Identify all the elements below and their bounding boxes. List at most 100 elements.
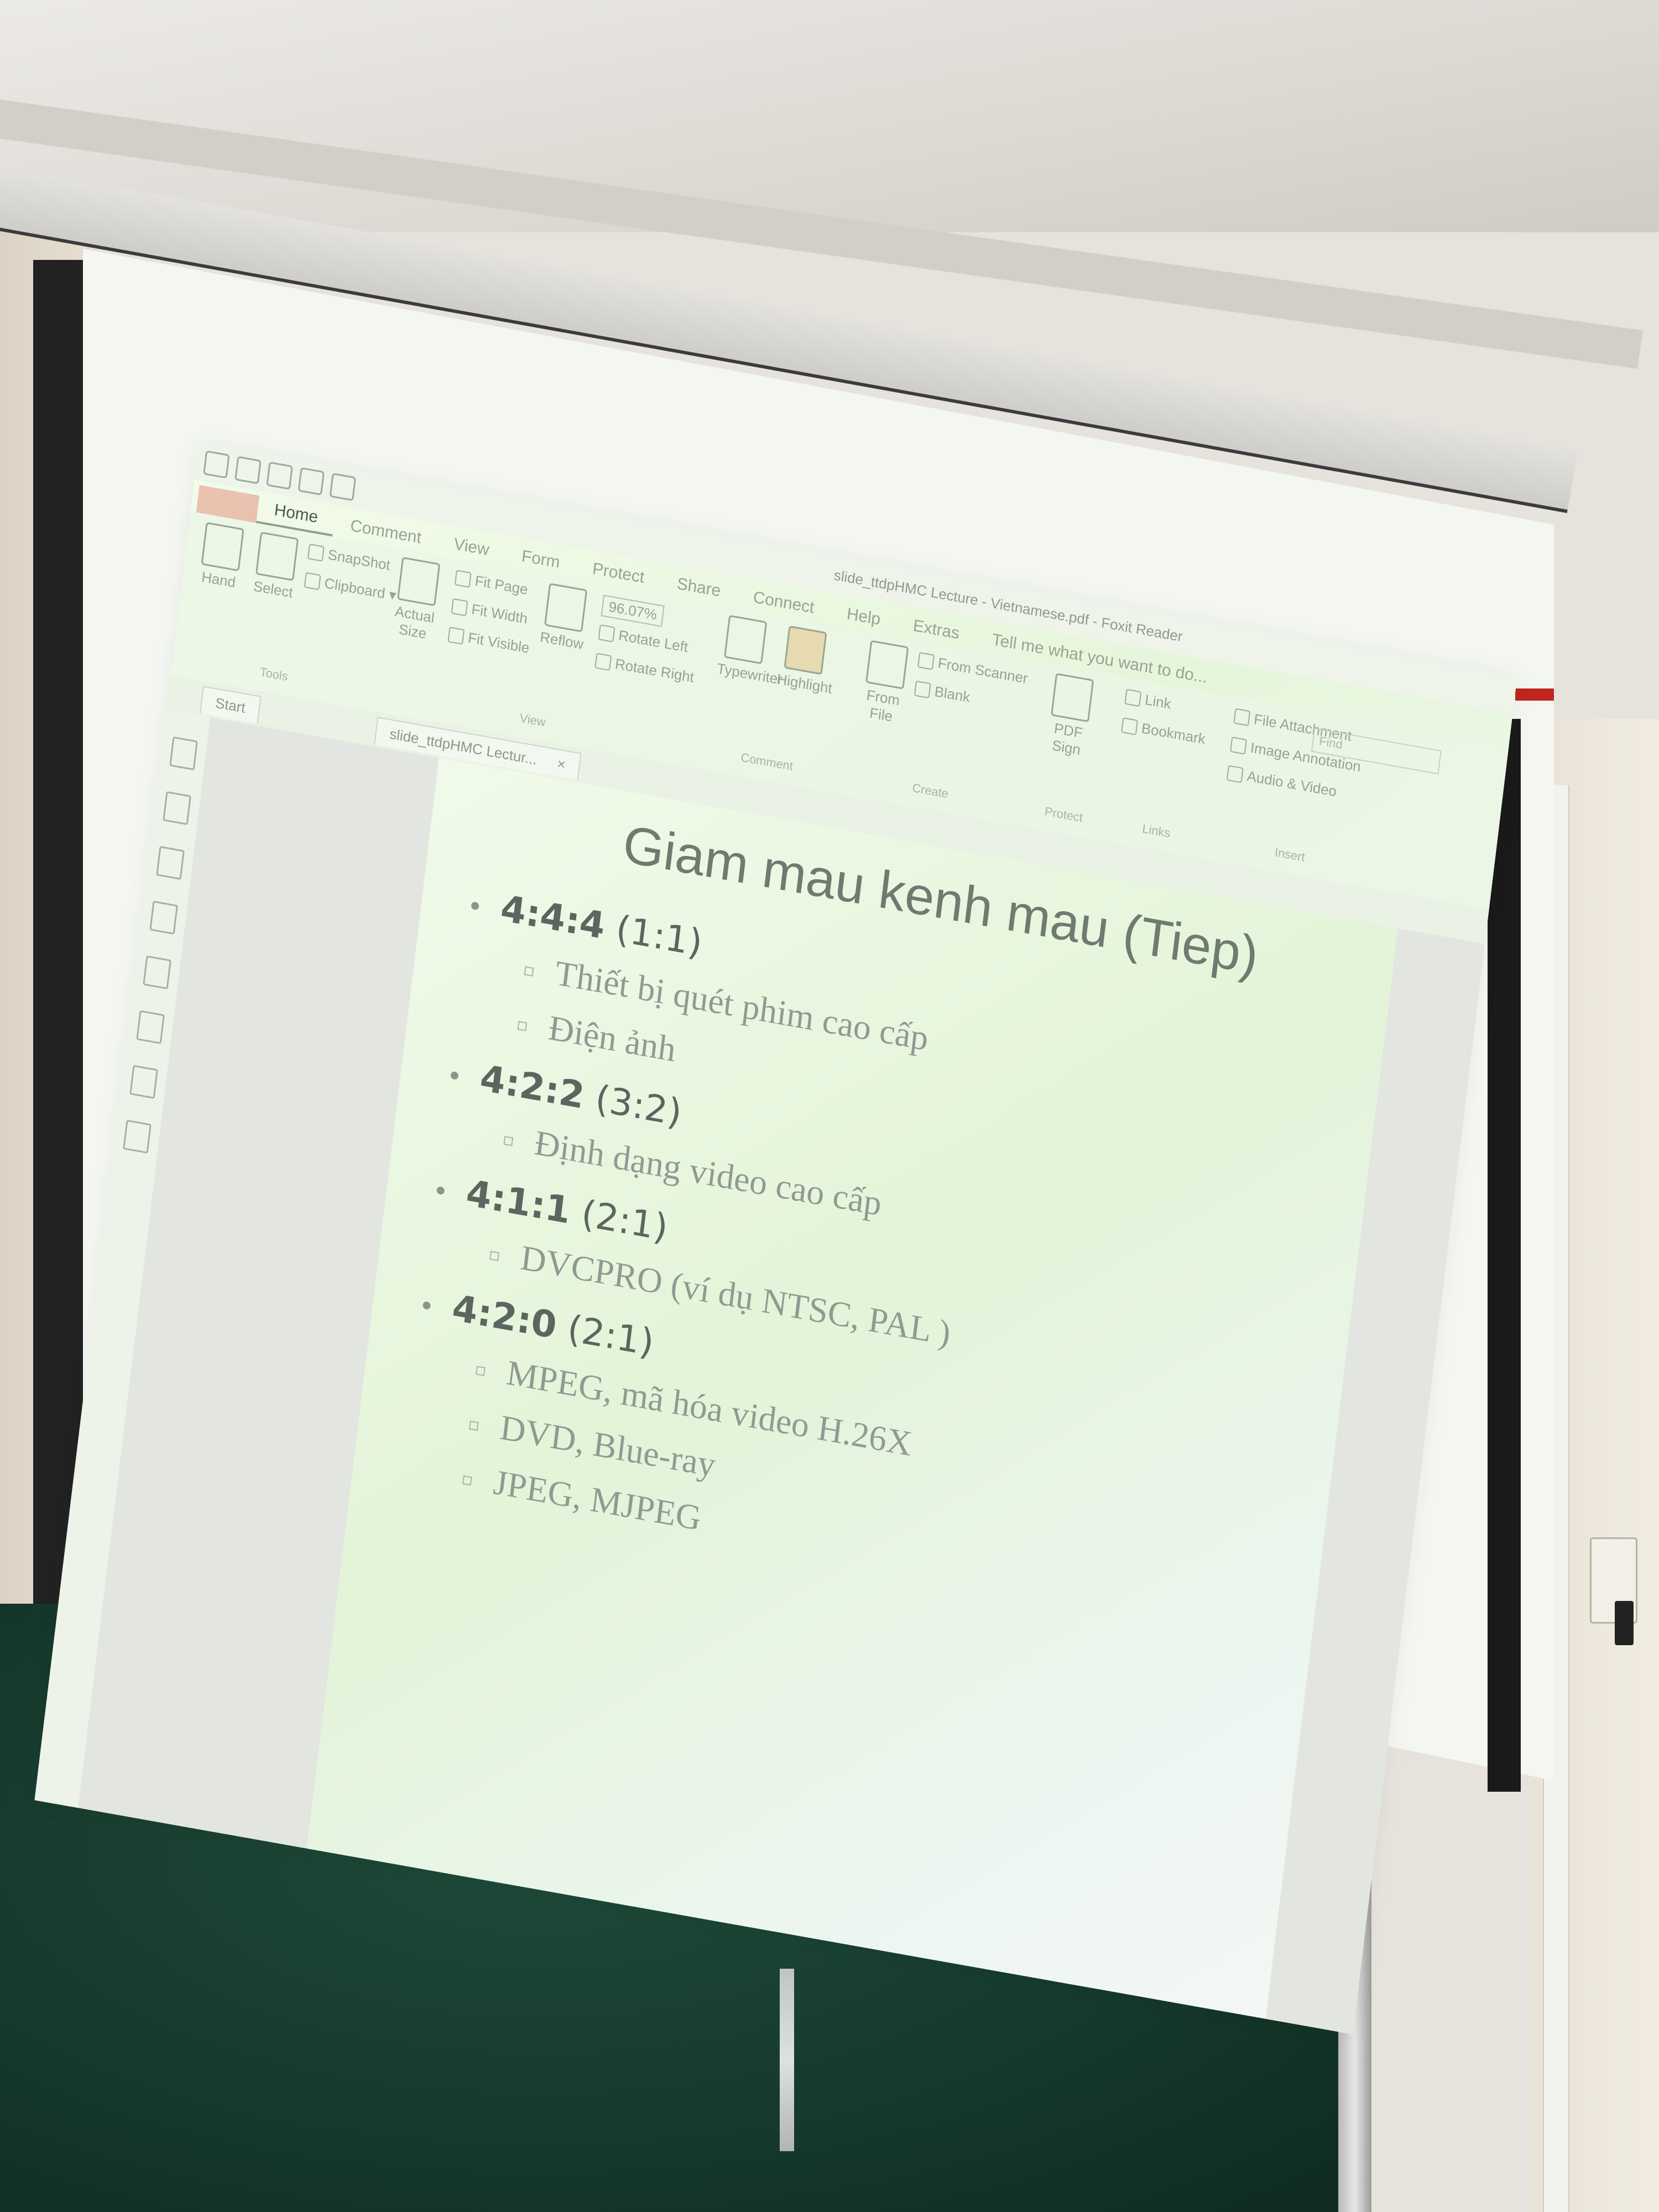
sub-bullet — [517, 1021, 528, 1032]
bullet-item-1: 4:4:4 (1:1) — [469, 881, 705, 965]
bullet-key: 4:2:0 — [450, 1286, 559, 1347]
sub-bullet — [462, 1475, 472, 1486]
snapshot-button[interactable]: SnapShot — [307, 542, 392, 574]
fit-width-icon — [451, 598, 468, 616]
reflow-button[interactable]: Reflow — [536, 582, 593, 654]
signature-icon[interactable] — [123, 1119, 152, 1154]
sub-bullet — [524, 966, 534, 977]
link-button[interactable]: Link — [1124, 688, 1172, 713]
classroom-photo: slide_ttdpHMC Lecture - Vietnamese.pdf -… — [0, 0, 1659, 2212]
page-icon — [397, 556, 441, 607]
certificate-icon[interactable] — [136, 1010, 165, 1045]
open-icon[interactable] — [234, 456, 262, 484]
protect-group-label: Protect — [1044, 804, 1084, 825]
bullet-key: 4:1:1 — [463, 1171, 573, 1233]
app-logo-icon — [203, 450, 230, 479]
bookmark-icon — [1121, 717, 1139, 735]
snapshot-label: SnapShot — [327, 546, 392, 574]
bullet-ratio: (2:1) — [565, 1307, 656, 1365]
actual-size-label: Actual Size — [394, 602, 436, 642]
camera-icon — [307, 543, 325, 562]
protect-group: PDF Sign Protect — [1032, 672, 1110, 831]
clipboard-button[interactable]: Clipboard ▾ — [304, 571, 397, 604]
projected-pdf-reader-window: slide_ttdpHMC Lecture - Vietnamese.pdf -… — [34, 442, 1517, 2034]
pdf-sign-label: PDF Sign — [1051, 719, 1084, 759]
sub-bullet — [475, 1366, 486, 1376]
bullet-ratio: (1:1) — [613, 907, 705, 965]
chalk-mark — [780, 1969, 794, 2151]
bullet-ratio: (2:1) — [579, 1192, 670, 1250]
bookmark-button[interactable]: Bookmark — [1121, 716, 1206, 748]
blank-page-icon-2[interactable] — [163, 791, 191, 826]
film-icon — [1226, 765, 1244, 783]
hand-icon — [201, 521, 244, 572]
page-thumbnail-icon[interactable] — [169, 736, 198, 771]
pdf-file-icon — [865, 640, 909, 690]
link-label: Link — [1144, 691, 1172, 712]
bullet-dot — [471, 901, 479, 911]
fit-visible-icon — [447, 626, 465, 645]
blank-button[interactable]: Blank — [914, 680, 971, 706]
save-icon[interactable] — [266, 461, 293, 490]
select-button[interactable]: Select — [248, 531, 304, 603]
housing-logo — [1515, 688, 1554, 701]
zoom-field[interactable]: 96.07% — [601, 594, 665, 627]
link-icon — [1124, 688, 1142, 707]
hand-button[interactable]: Hand — [193, 521, 249, 593]
reflow-icon — [544, 583, 588, 633]
comment-group: Typewriter Highlight Comment — [706, 614, 843, 783]
sub-item: Điện ảnh — [516, 1002, 678, 1071]
fit-width-button[interactable]: Fit Width — [451, 597, 529, 628]
audio-video-button[interactable]: Audio & Video — [1226, 764, 1338, 801]
bullet-key: 4:2:2 — [478, 1056, 587, 1118]
highlight-button[interactable]: Highlight — [776, 624, 833, 697]
scanner-icon — [917, 651, 935, 670]
from-scanner-label: From Scanner — [937, 654, 1029, 687]
rotate-right-icon — [594, 653, 612, 671]
lock-icon[interactable] — [129, 1065, 158, 1099]
sub-bullet — [503, 1136, 514, 1147]
sub-item-text: Điện ảnh — [546, 1008, 679, 1070]
clipboard-label: Clipboard ▾ — [324, 574, 398, 604]
wall-switch-button — [1615, 1601, 1634, 1645]
rotate-left-button[interactable]: Rotate Left — [598, 623, 689, 656]
typewriter-button[interactable]: Typewriter — [716, 614, 784, 688]
pdf-page: Giam mau kenh mau (Tiep) 4:4:4 (1:1) Thi… — [306, 758, 1398, 2023]
tools-group: Hand Select SnapShot Clipboard ▾ Tools — [183, 521, 397, 701]
highlight-icon — [784, 625, 827, 675]
layers-icon[interactable] — [156, 846, 185, 880]
bookmark-label: Bookmark — [1140, 719, 1207, 748]
rotate-right-button[interactable]: Rotate Right — [594, 652, 695, 686]
ceiling — [0, 0, 1659, 232]
bullet-dot — [436, 1186, 445, 1195]
rotate-right-label: Rotate Right — [614, 655, 695, 686]
fit-visible-label: Fit Visible — [467, 629, 530, 656]
image-icon — [1230, 736, 1248, 755]
fit-visible-button[interactable]: Fit Visible — [447, 625, 530, 657]
rotate-left-icon — [598, 624, 615, 643]
pen-icon — [1050, 672, 1094, 723]
insert-group: File Attachment Image Annotation Audio &… — [1218, 705, 1378, 878]
bullet-dot — [422, 1301, 431, 1310]
blank-label: Blank — [933, 682, 971, 706]
close-tab-icon[interactable]: × — [556, 755, 567, 773]
bullet-key: 4:4:4 — [498, 886, 608, 948]
fit-page-icon — [454, 569, 472, 588]
create-group: From File From Scanner Blank Create — [847, 639, 1029, 816]
rotate-left-label: Rotate Left — [617, 627, 689, 656]
bullet-dot — [450, 1071, 459, 1081]
comments-icon[interactable] — [149, 900, 178, 935]
sub-bullet — [489, 1251, 499, 1261]
cursor-icon — [255, 531, 299, 581]
attachment-icon[interactable] — [143, 955, 171, 990]
from-file-button[interactable]: From File — [855, 639, 914, 728]
paperclip-icon — [1233, 708, 1251, 726]
actual-size-button[interactable]: Actual Size — [387, 556, 446, 644]
pdf-sign-button[interactable]: PDF Sign — [1041, 672, 1099, 760]
undo-icon[interactable] — [329, 472, 357, 502]
fit-page-button[interactable]: Fit Page — [454, 568, 529, 598]
sub-bullet — [468, 1421, 479, 1431]
typewriter-icon — [723, 614, 768, 665]
audio-video-label: Audio & Video — [1246, 767, 1338, 800]
print-icon[interactable] — [298, 467, 325, 496]
